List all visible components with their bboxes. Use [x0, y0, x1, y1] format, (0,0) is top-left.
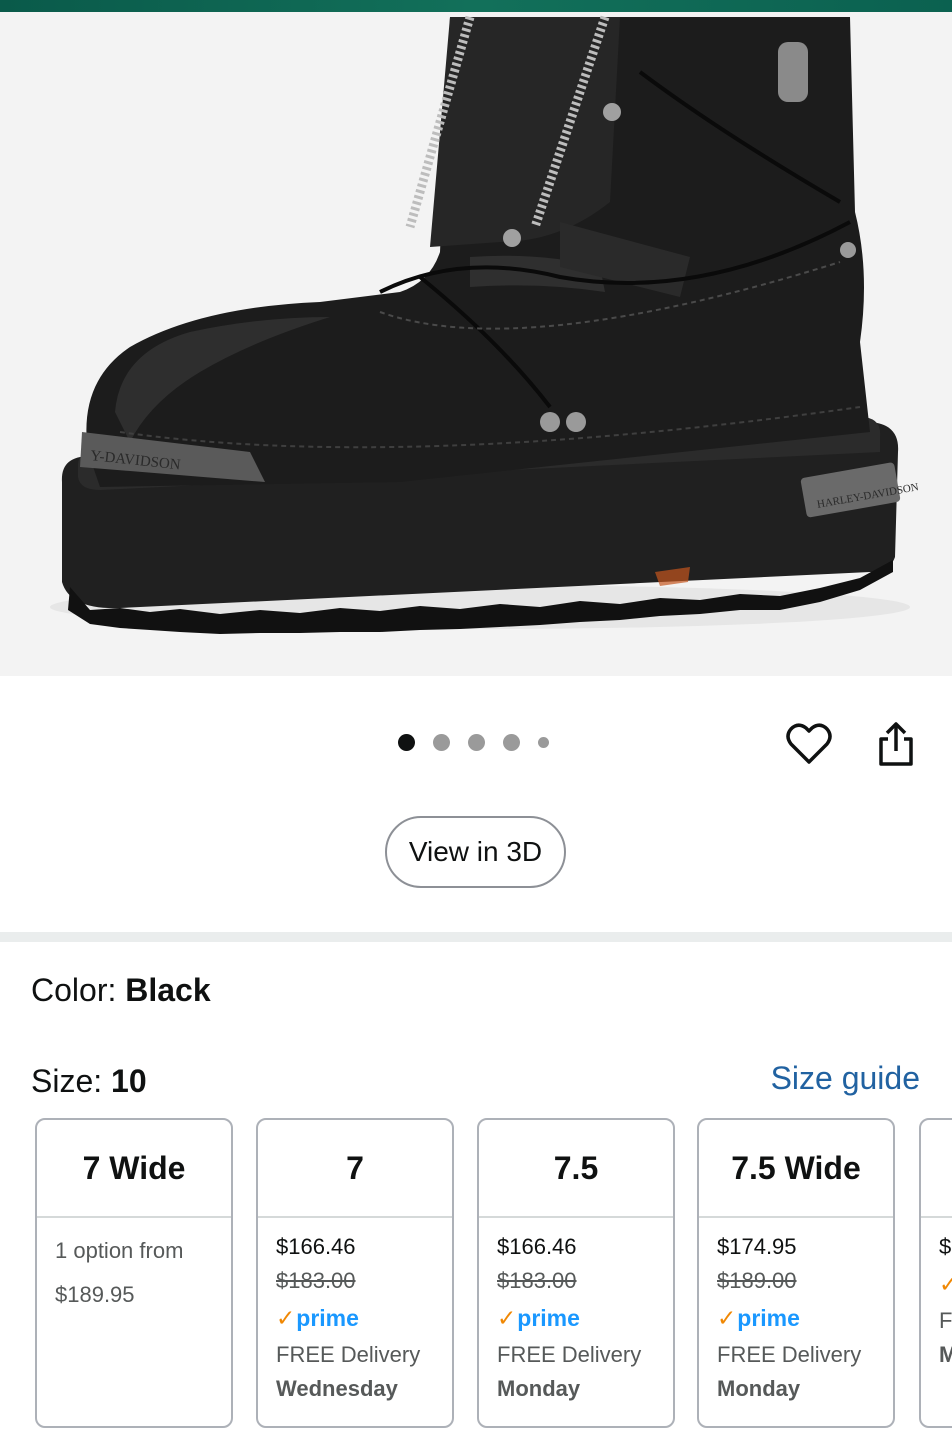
prime-label: prime	[517, 1305, 580, 1331]
view-in-3d-button[interactable]: View in 3D	[385, 816, 566, 888]
delivery-text: FREE Delivery	[497, 1342, 642, 1367]
product-image[interactable]: Y-DAVIDSON HARLEY-DAVIDSON	[0, 12, 952, 676]
delivery-text: FREE Delivery	[276, 1342, 421, 1367]
boot-illustration: Y-DAVIDSON HARLEY-DAVIDSON	[50, 15, 920, 634]
list-price: $189.00	[717, 1268, 797, 1293]
delivery-day: Wednesday	[276, 1376, 398, 1401]
size-option-name: 7 Wide	[37, 1120, 231, 1218]
carousel-dot[interactable]	[503, 734, 520, 751]
top-status-bar	[0, 0, 952, 12]
price: $174.95	[717, 1234, 797, 1259]
prime-badge: ✓ prime	[276, 1298, 434, 1338]
check-icon: ✓	[939, 1267, 952, 1301]
delivery-text: FREE Delivery	[717, 1342, 862, 1367]
price: $166.46	[276, 1234, 356, 1259]
size-option-card[interactable]: 7 $166.46 $183.00 ✓ prime FREE Delivery W…	[256, 1118, 454, 1428]
delivery-day: M	[939, 1338, 952, 1372]
options-from-price: $189.95	[55, 1282, 135, 1307]
delivery-day: Monday	[497, 1376, 581, 1401]
color-label: Color:	[31, 972, 126, 1008]
share-icon	[879, 722, 913, 766]
size-option-card[interactable]: 7 Wide 1 option from $189.95	[35, 1118, 233, 1428]
prime-label: prime	[296, 1305, 359, 1331]
options-count-text: 1 option from	[55, 1238, 184, 1263]
list-price: $183.00	[497, 1268, 577, 1293]
size-option-card[interactable]: 7.5 Wide $174.95 $189.00 ✓ prime FREE Del…	[697, 1118, 895, 1428]
size-guide-link[interactable]: Size guide	[771, 1060, 920, 1097]
color-selection: Color: Black	[31, 972, 211, 1009]
color-value: Black	[125, 972, 211, 1008]
favorite-button[interactable]	[781, 716, 837, 772]
list-price: $183.00	[276, 1268, 356, 1293]
size-option-name: 7.5	[479, 1120, 673, 1218]
size-selection: Size: 10	[31, 1063, 147, 1100]
heart-icon	[786, 723, 832, 764]
prime-badge: ✓	[939, 1264, 952, 1304]
product-page: Y-DAVIDSON HARLEY-DAVIDSON View in 3D Co…	[0, 0, 952, 1440]
gallery-controls: View in 3D	[0, 676, 952, 932]
size-option-name	[921, 1120, 952, 1218]
size-option-name: 7.5 Wide	[699, 1120, 893, 1218]
check-icon: ✓	[497, 1305, 517, 1331]
section-divider	[0, 932, 952, 942]
check-icon: ✓	[276, 1305, 296, 1331]
delivery-text: F	[939, 1308, 952, 1333]
carousel-dot[interactable]	[538, 737, 549, 748]
share-button[interactable]	[868, 716, 924, 772]
check-icon: ✓	[717, 1305, 737, 1331]
size-label: Size:	[31, 1063, 112, 1099]
image-carousel-dots[interactable]	[398, 734, 549, 751]
carousel-dot[interactable]	[433, 734, 450, 751]
size-option-name: 7	[258, 1120, 452, 1218]
price: $	[939, 1234, 952, 1259]
prime-badge: ✓ prime	[497, 1298, 655, 1338]
delivery-day: Monday	[717, 1376, 801, 1401]
carousel-dot[interactable]	[398, 734, 415, 751]
size-option-card[interactable]: $ ✓ F M	[919, 1118, 952, 1428]
size-option-card[interactable]: 7.5 $166.46 $183.00 ✓ prime FREE Delivery…	[477, 1118, 675, 1428]
price: $166.46	[497, 1234, 577, 1259]
prime-badge: ✓ prime	[717, 1298, 875, 1338]
prime-label: prime	[737, 1305, 800, 1331]
size-options-list: 7 Wide 1 option from $189.95 7 $166.46 $…	[35, 1118, 952, 1428]
carousel-dot[interactable]	[468, 734, 485, 751]
size-value: 10	[111, 1063, 147, 1099]
